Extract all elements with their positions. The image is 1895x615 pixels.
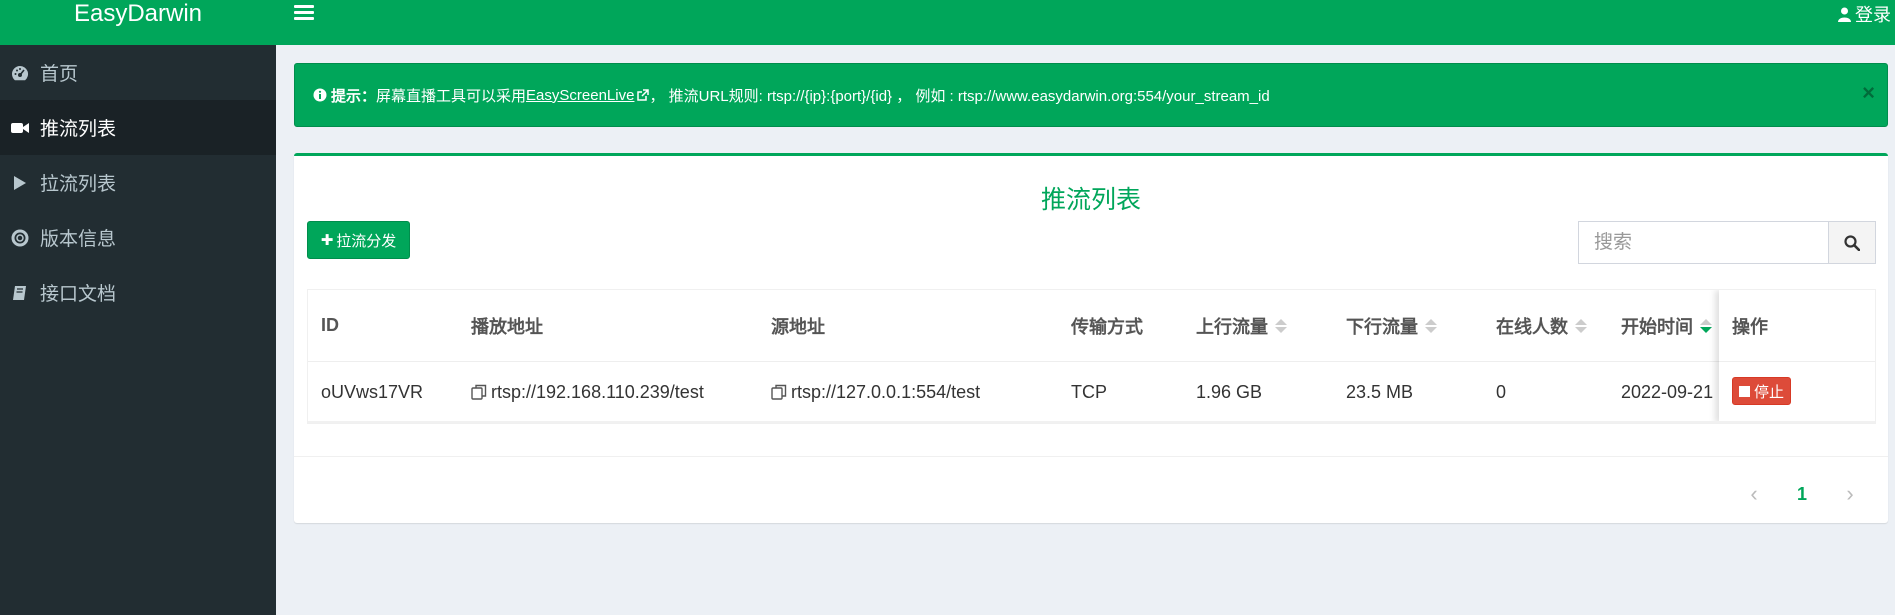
sidebar-item-label: 拉流列表 [40, 174, 117, 195]
stop-icon [1739, 385, 1750, 397]
sort-icon[interactable] [1275, 318, 1287, 333]
search-input[interactable] [1578, 221, 1828, 264]
source-url-text: rtsp://127.0.0.1:554/test [791, 381, 981, 402]
easyscreenlive-link[interactable]: EasyScreenLive [526, 86, 650, 104]
play-url-text: rtsp://192.168.110.239/test [491, 381, 704, 402]
search-group [1578, 221, 1876, 264]
plus-icon: ✚ [320, 232, 334, 249]
cell-upload: 1.96 GB [1196, 381, 1263, 402]
cell-transport: TCP [1071, 381, 1107, 402]
sidebar: EasyDarwin 首页 推流列表 拉流列表 版本信息 接口文档 [0, 0, 276, 615]
pagination: ‹ 1 › [1730, 481, 1874, 507]
sort-icon[interactable] [1425, 318, 1437, 333]
sidebar-item-version[interactable]: 版本信息 [0, 210, 276, 265]
login-label: 登录 [1855, 5, 1891, 25]
next-page-button[interactable]: › [1826, 481, 1874, 507]
stop-label: 停止 [1754, 383, 1785, 401]
alert-text-1: 屏幕直播工具可以采用 [376, 87, 527, 105]
prev-page-button[interactable]: ‹ [1730, 481, 1778, 507]
cell-source-url: rtsp://127.0.0.1:554/test [771, 363, 980, 421]
sidebar-item-api-docs[interactable]: 接口文档 [0, 265, 276, 320]
sort-icon[interactable] [1575, 318, 1587, 333]
external-link-icon [636, 89, 650, 102]
divider [294, 456, 1888, 457]
column-header-online[interactable]: 在线人数 [1496, 290, 1587, 361]
horizontal-scrollbar[interactable] [308, 421, 1875, 423]
sidebar-item-push-list[interactable]: 推流列表 [0, 100, 276, 155]
push-stream-table: ID 播放地址 源地址 传输方式 上行流量 下行流量 在线人数 开始时间 oUV… [307, 289, 1876, 424]
play-icon [10, 173, 30, 193]
sidebar-item-home[interactable]: 首页 [0, 45, 276, 100]
alert-text-2: ， 推流URL规则: rtsp://{ip}:{port}/{id} ， 例如 … [649, 87, 1270, 105]
column-header-transport[interactable]: 传输方式 [1071, 290, 1143, 361]
column-header-upload[interactable]: 上行流量 [1196, 290, 1287, 361]
sidebar-item-label: 推流列表 [40, 119, 117, 140]
login-link[interactable]: 登录 [1838, 0, 1895, 28]
sidebar-menu: 首页 推流列表 拉流列表 版本信息 接口文档 [0, 45, 276, 320]
sort-desc-icon[interactable] [1700, 318, 1712, 333]
column-header-download[interactable]: 下行流量 [1346, 290, 1437, 361]
cell-online: 0 [1496, 381, 1507, 402]
dashboard-icon [10, 63, 30, 83]
easyscreenlive-link-label: EasyScreenLive [526, 86, 635, 104]
push-list-panel: 推流列表 ✚ 拉流分发 ID 播放地址 源地址 传输方式 上行流量 下行流量 在… [294, 153, 1888, 523]
cell-download: 23.5 MB [1346, 381, 1414, 402]
sidebar-toggle-icon[interactable] [294, 5, 314, 23]
search-button[interactable] [1828, 221, 1876, 264]
sidebar-item-label: 首页 [40, 64, 79, 85]
sidebar-item-pull-list[interactable]: 拉流列表 [0, 155, 276, 210]
copy-icon[interactable] [471, 384, 487, 400]
sidebar-item-label: 接口文档 [40, 284, 117, 305]
pull-distribute-button[interactable]: ✚ 拉流分发 [307, 221, 410, 259]
column-header-play-url[interactable]: 播放地址 [471, 290, 543, 361]
column-header-source-url[interactable]: 源地址 [771, 290, 825, 361]
info-icon [313, 88, 327, 102]
stop-button[interactable]: 停止 [1732, 377, 1792, 405]
table-row: oUVws17VR rtsp://192.168.110.239/test rt… [308, 363, 1875, 421]
alert-prefix: 提示： [331, 87, 377, 105]
info-alert: 提示： 屏幕直播工具可以采用 EasyScreenLive ， 推流URL规则:… [294, 63, 1888, 127]
alert-close-button[interactable]: × [1862, 82, 1875, 104]
user-icon [1838, 7, 1851, 22]
app-logo[interactable]: EasyDarwin [0, 0, 276, 45]
page-title: 推流列表 [1040, 186, 1141, 214]
pull-distribute-label: 拉流分发 [336, 232, 397, 250]
cell-action: 停止 [1719, 362, 1875, 420]
copy-icon[interactable] [771, 384, 787, 400]
video-camera-icon [10, 118, 30, 138]
cell-id: oUVws17VR [321, 381, 424, 402]
fixed-action-column: 操作 停止 [1719, 290, 1875, 423]
sidebar-item-label: 版本信息 [40, 229, 117, 250]
column-header-start-time[interactable]: 开始时间 [1621, 290, 1712, 361]
top-navbar: 登录 [276, 0, 1895, 45]
column-header-action: 操作 [1719, 290, 1875, 362]
book-icon [10, 283, 30, 303]
column-header-id[interactable]: ID [321, 290, 339, 361]
search-icon [1844, 234, 1860, 251]
app-title: EasyDarwin [73, 0, 203, 27]
page-1-button[interactable]: 1 [1778, 484, 1826, 505]
table-header: ID 播放地址 源地址 传输方式 上行流量 下行流量 在线人数 开始时间 [308, 290, 1875, 362]
lifebuoy-icon [10, 228, 30, 248]
cell-play-url: rtsp://192.168.110.239/test [471, 363, 704, 421]
